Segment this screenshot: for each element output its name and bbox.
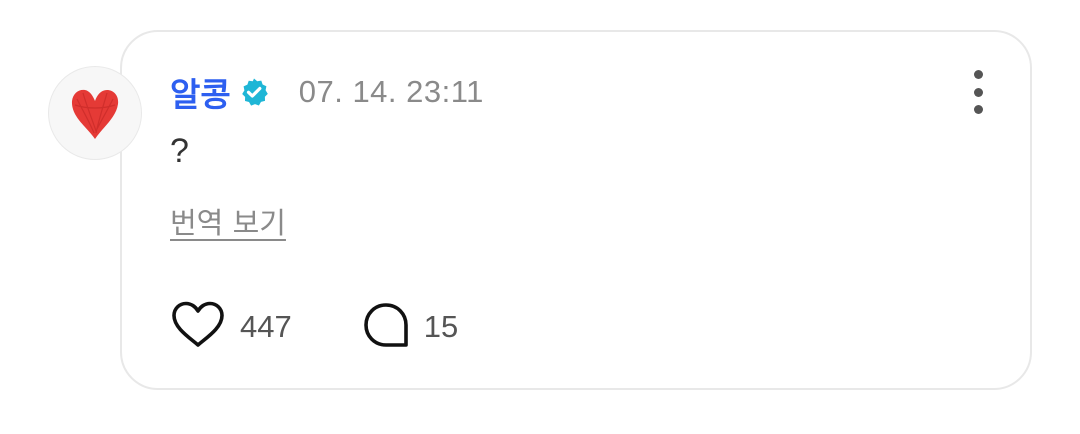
translate-link[interactable]: 번역 보기: [170, 200, 286, 242]
comment-actions: 447 15: [170, 300, 458, 354]
heart-outline-icon: [170, 300, 226, 354]
red-heart-drawing-icon: [71, 89, 119, 139]
speech-bubble-icon: [362, 301, 410, 353]
comment-text: ?: [170, 132, 189, 170]
more-vertical-icon-dot: [973, 87, 983, 97]
more-options-button[interactable]: [968, 70, 988, 114]
more-vertical-icon-dot: [973, 105, 983, 114]
comment-screen: 알콩 07. 14. 23:11 ? 번역 보기 447 15: [0, 0, 1080, 434]
comment-header: 알콩 07. 14. 23:11: [170, 70, 484, 114]
like-button[interactable]: 447: [170, 300, 292, 354]
verified-badge-icon: [239, 77, 269, 107]
comment-timestamp: 07. 14. 23:11: [298, 74, 484, 109]
reply-count: 15: [423, 309, 459, 344]
comment-card: 알콩 07. 14. 23:11 ? 번역 보기 447 15: [120, 30, 1032, 390]
reply-button[interactable]: 15: [362, 301, 458, 353]
avatar[interactable]: [48, 66, 142, 160]
more-vertical-icon-dot: [973, 70, 983, 79]
username[interactable]: 알콩: [170, 68, 231, 116]
like-count: 447: [240, 309, 292, 344]
